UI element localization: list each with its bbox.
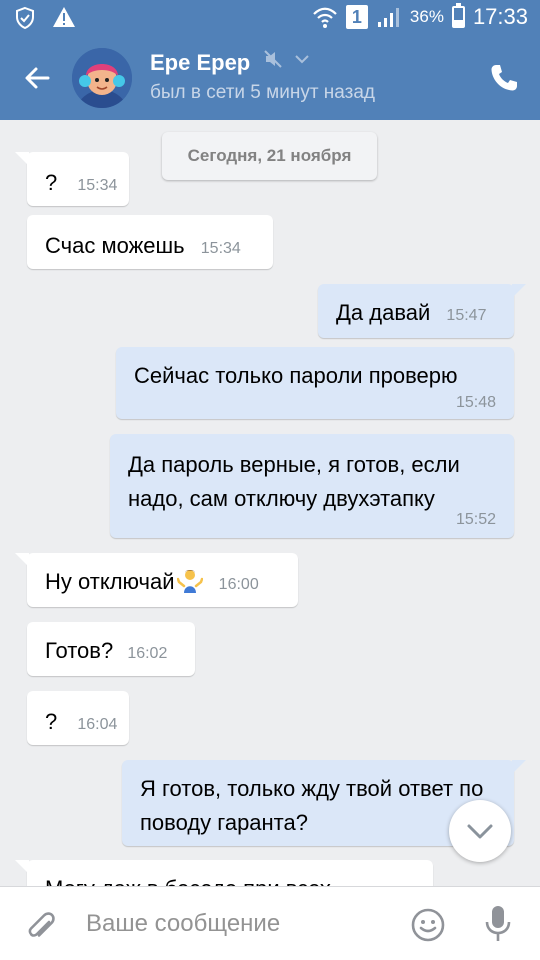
message-time: 16:02 [127, 645, 168, 662]
message-incoming[interactable]: ? 16:04 [27, 691, 129, 745]
message-text: Счас можешь [45, 233, 185, 258]
message-text: Сейчас только пароли проверю [134, 363, 458, 388]
sim-indicator: 1 [345, 5, 368, 29]
chevron-down-icon[interactable] [293, 50, 311, 68]
mute-icon [263, 50, 282, 68]
message-text: Да пароль верные, я готов, если надо, са… [128, 452, 460, 511]
message-time: 15:47 [446, 307, 487, 324]
message-time: 15:34 [200, 240, 241, 257]
phone-icon[interactable] [488, 62, 520, 94]
person-shrugging-icon [176, 570, 203, 593]
chat-header: Ере Ерер был в сети 5 минут назад [0, 36, 540, 120]
message-input[interactable] [86, 901, 386, 947]
wifi-icon [313, 7, 337, 28]
warning-icon [53, 7, 75, 27]
message-incoming[interactable]: Ну отключай 16:00 [15, 553, 298, 607]
message-text: Могу даж в беседе при всех [45, 876, 331, 886]
paperclip-icon[interactable] [22, 905, 62, 945]
back-arrow-icon[interactable] [18, 58, 58, 98]
message-list[interactable]: Сегодня, 21 ноября ? 15:34 Счас можешь 1… [0, 120, 540, 886]
signal-icon [377, 8, 399, 27]
message-text: Готов? [45, 638, 114, 663]
message-time: 15:34 [77, 177, 118, 194]
message-incoming[interactable]: Счас можешь 15:34 [27, 215, 273, 269]
message-time: 16:00 [218, 576, 259, 593]
chevron-down-icon [467, 824, 493, 839]
status-bar: 1 36% 17:33 [0, 0, 540, 36]
message-incoming[interactable]: Могу даж в беседе при всех [15, 860, 433, 886]
smile-icon[interactable] [410, 907, 446, 943]
shield-icon [16, 6, 34, 30]
message-text: Ну отключай [45, 569, 175, 594]
chat-title[interactable]: Ере Ерер [150, 50, 250, 76]
message-time: 16:04 [77, 716, 118, 733]
message-incoming[interactable]: Готов? 16:02 [27, 622, 195, 676]
message-incoming[interactable]: ? 15:34 [15, 152, 129, 206]
online-status: был в сети 5 минут назад [150, 82, 376, 103]
composer [0, 886, 540, 960]
date-separator: Сегодня, 21 ноября [162, 132, 377, 180]
message-text: Я готов, только жду твой ответ по поводу… [140, 776, 484, 835]
message-time: 15:48 [455, 394, 496, 411]
avatar[interactable] [72, 48, 132, 108]
status-time: 17:33 [472, 4, 528, 29]
message-outgoing[interactable]: Да давай 15:47 [318, 284, 526, 338]
scroll-down-button[interactable] [449, 800, 511, 862]
battery-percent: 36% [409, 7, 444, 26]
message-text: Да давай [336, 300, 431, 325]
message-outgoing[interactable]: Да пароль верные, я готов, если надо, са… [110, 434, 514, 538]
message-outgoing[interactable]: Сейчас только пароли проверю 15:48 [116, 347, 514, 419]
message-text: ? [45, 709, 58, 734]
message-time: 15:52 [455, 511, 496, 528]
message-text: ? [45, 170, 58, 195]
microphone-icon[interactable] [482, 904, 514, 944]
battery-icon [451, 3, 465, 28]
